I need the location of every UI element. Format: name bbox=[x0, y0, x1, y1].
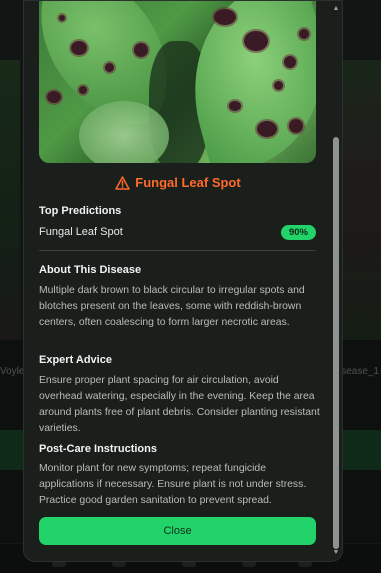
section-divider bbox=[39, 250, 316, 251]
expert-advice-text: Ensure proper plant spacing for air circ… bbox=[39, 375, 320, 434]
modal-content: Fungal Leaf Spot Top Predictions Fungal … bbox=[24, 1, 332, 561]
about-text: Multiple dark brown to black circular to… bbox=[39, 285, 305, 328]
disease-name: Fungal Leaf Spot bbox=[135, 175, 241, 190]
diagnosis-modal: Fungal Leaf Spot Top Predictions Fungal … bbox=[23, 0, 343, 562]
scroll-up-icon[interactable]: ▲ bbox=[332, 5, 340, 13]
post-care-text: Monitor plant for new symptoms; repeat f… bbox=[39, 463, 307, 506]
post-care-heading: Post-Care Instructions bbox=[39, 443, 157, 455]
leaf-photo bbox=[39, 1, 316, 163]
modal-scrollbar[interactable]: ▲ ▼ bbox=[332, 5, 340, 557]
close-button[interactable]: Close bbox=[39, 517, 316, 545]
warning-triangle-icon bbox=[115, 176, 131, 193]
prediction-label: Fungal Leaf Spot bbox=[39, 226, 123, 238]
about-heading: About This Disease bbox=[39, 264, 142, 276]
scrollbar-thumb[interactable] bbox=[333, 137, 339, 549]
top-predictions-heading: Top Predictions bbox=[39, 205, 122, 217]
confidence-badge: 90% bbox=[280, 225, 316, 240]
prediction-row: Fungal Leaf Spot 90% bbox=[39, 225, 316, 241]
scroll-down-icon[interactable]: ▼ bbox=[332, 549, 340, 557]
disease-title: Fungal Leaf Spot bbox=[24, 175, 332, 193]
expert-advice-heading: Expert Advice bbox=[39, 354, 112, 366]
